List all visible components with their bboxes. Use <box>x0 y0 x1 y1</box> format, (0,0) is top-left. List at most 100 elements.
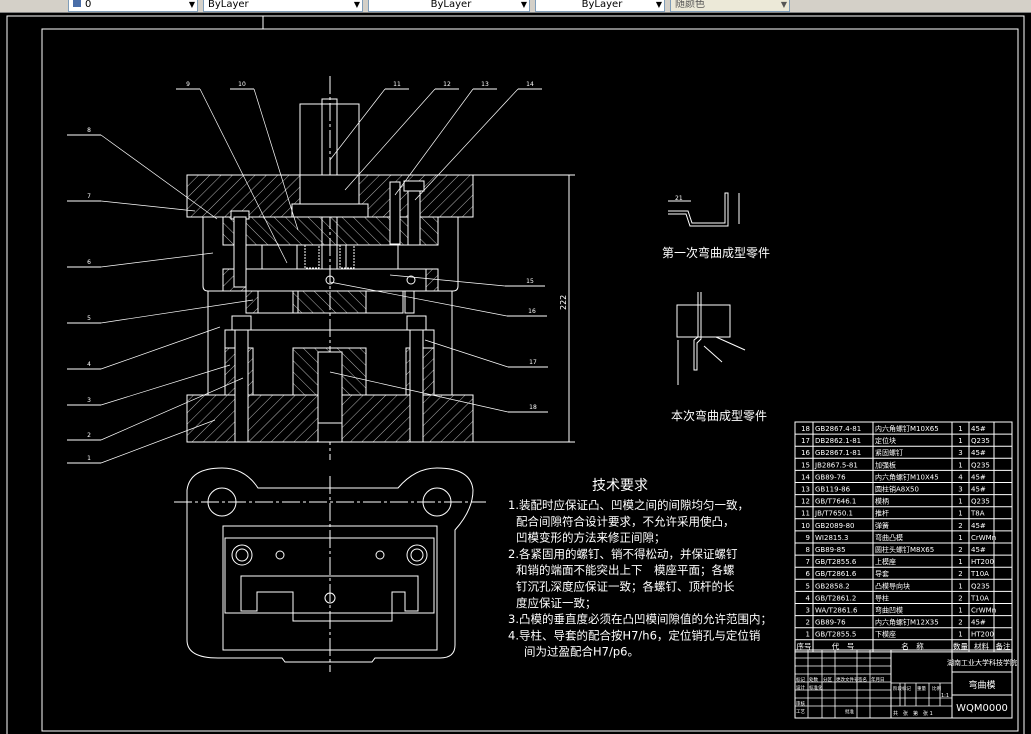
bom-cell: 8 <box>806 546 810 554</box>
bom-cell: 推杆 <box>875 509 889 518</box>
bom-cell: 11 <box>801 510 810 518</box>
bom-cell: 弯曲凹模 <box>875 606 903 615</box>
bom-cell: 2 <box>958 546 962 554</box>
bom-row: 4 GB/T2861.2 导柱 2 T10A <box>806 593 990 602</box>
layer-combo[interactable]: 0 ▼ <box>68 0 198 12</box>
chevron-down-icon: ▼ <box>353 0 360 9</box>
drawing-name: 弯曲模 <box>968 679 995 691</box>
title-block-label: 标记 <box>796 676 805 683</box>
bom-cell: T10A <box>970 594 989 602</box>
color-combo[interactable]: ByLayer ▼ <box>203 0 363 12</box>
bom-row: 12 GB/T7646.1 模柄 1 Q235 <box>801 497 990 506</box>
bom-cell: 4 <box>806 594 811 602</box>
bom-cell: 3 <box>806 607 810 615</box>
bom-cell: 2 <box>806 619 810 627</box>
plotstyle-combo[interactable]: 随颜色 ▼ <box>670 0 790 12</box>
plotstyle-value: 随颜色 <box>675 0 705 10</box>
bom-cell: 9 <box>806 534 810 542</box>
punch-guide-left <box>245 290 259 314</box>
tech-line: 和销的端面不能突出上下 模座平面；各螺 <box>516 563 735 577</box>
bom-row: 3 WA/T2861.6 弯曲凹模 1 CrWMn <box>806 606 997 615</box>
linetype-combo[interactable]: ByLayer ▼ <box>368 0 530 12</box>
part-label: 13 <box>481 81 489 88</box>
drawing-number: WQM0000 <box>956 703 1008 714</box>
bom-cell: T8A <box>970 510 985 518</box>
stripper-plate <box>245 268 427 292</box>
bom-cell: 弹簧 <box>875 521 889 530</box>
bom-cell: 加强板 <box>875 460 896 469</box>
lineweight-value: ByLayer <box>581 0 623 10</box>
tech-line: 钉沉孔深度应保证一致；各螺钉、顶杆的长 <box>516 580 735 594</box>
bom-cell: 紧固螺钉 <box>875 448 903 457</box>
bom-cell: 导套 <box>875 569 889 578</box>
bom-cell: CrWMn <box>971 534 996 542</box>
bom-cell: 1 <box>958 534 962 542</box>
lineweight-combo[interactable]: ByLayer ▼ <box>535 0 665 12</box>
punch-fixing-plate <box>222 216 439 246</box>
title-block-label: 处数 <box>809 676 818 683</box>
bom-cell: 1 <box>958 498 962 506</box>
first-bend-caption: 第一次弯曲成型零件 <box>662 245 770 260</box>
bom-cell: 2 <box>958 522 962 530</box>
chevron-down-icon: ▼ <box>520 0 527 9</box>
drawing-canvas[interactable]: 222 123456789 10 11 12 13 1415161718 21 第一次弯曲… <box>0 12 1031 734</box>
bom-cell: Q235 <box>971 582 990 590</box>
chevron-down-icon: ▼ <box>188 0 195 9</box>
bom-cell: 凸模导向块 <box>875 581 910 590</box>
bom-cell: 圆柱头螺钉M8X65 <box>875 545 934 554</box>
bom-cell: 13 <box>801 486 810 494</box>
tech-line: 凹模变形的方法来修正间隙； <box>516 531 666 545</box>
bill-of-materials: 18 GB2867.4-81 内六角螺钉M10X65 1 45#17 DB2862.1-8… <box>794 421 1013 653</box>
tech-line: 1.装配时应保证凸、凹模之间的间隙均匀一致， <box>508 498 749 512</box>
bom-cell: 下模座 <box>875 630 896 639</box>
leader-line <box>100 326 221 370</box>
title-block-label: 分区 <box>823 676 832 683</box>
bom-cell: 45# <box>971 619 986 627</box>
bom-row: 6 GB/T2861.6 导套 2 T10A <box>806 569 990 578</box>
bom-cell: 2 <box>958 594 962 602</box>
shank-bore <box>299 174 360 205</box>
bom-row: 1 GB/T2855.5 下模座 1 HT200 <box>806 630 994 639</box>
bom-cell: 1 <box>806 631 810 639</box>
part-label: 14 <box>526 81 534 88</box>
part-label: 12 <box>443 81 451 88</box>
bom-cell: 14 <box>801 473 810 481</box>
bom-cell: DB2862.1-81 <box>815 437 861 445</box>
this-bend-profile <box>693 292 702 371</box>
bom-cell: 45# <box>971 449 986 457</box>
bom-cell: GB/T7646.1 <box>815 498 856 506</box>
bom-cell: JB/T7650.1 <box>814 510 853 518</box>
tech-line: 3.凸模的垂直度必须在凸凹模间隙值的允许范围内； <box>508 612 772 626</box>
bom-header: 材料 <box>974 641 989 651</box>
bom-row: 5 GB2858.2 凸模导向块 1 Q235 <box>806 581 990 590</box>
bom-cell: CrWMn <box>971 607 996 615</box>
bom-cell: 定位块 <box>875 436 896 445</box>
first-bend-part: 21 第一次弯曲成型零件 <box>662 192 770 260</box>
bom-row: 11 JB/T7650.1 推杆 1 T8A <box>801 509 985 518</box>
bom-header: 序号 <box>797 641 812 651</box>
part-label: 7 <box>87 193 91 200</box>
tech-line: 度应保证一致； <box>516 596 597 610</box>
bom-cell: JB2867.5-81 <box>814 461 858 469</box>
this-bend-caption: 本次弯曲成型零件 <box>671 408 767 423</box>
bom-cell: GB2858.2 <box>815 582 850 590</box>
bom-cell: 12 <box>801 498 810 506</box>
bom-cell: 上模座 <box>875 557 896 566</box>
bom-cell: 10 <box>801 522 810 530</box>
punch-left <box>257 290 299 314</box>
bom-cell: 1 <box>958 558 962 566</box>
bom-cell: WA/T2861.6 <box>815 607 858 615</box>
bom-cell: GB/T2861.6 <box>815 570 857 578</box>
title-block-label: 审核 <box>796 700 805 707</box>
title-block-label: 工艺 <box>796 709 805 715</box>
punch-guide-right <box>404 290 415 314</box>
bom-cell: 45# <box>971 425 986 433</box>
part-label: 6 <box>87 259 91 266</box>
bom-cell: 2 <box>958 619 962 627</box>
bom-cell: GB2867.1-81 <box>815 449 861 457</box>
bom-row: 2 GB89-76 内六角螺钉M12X35 2 45# <box>806 618 986 627</box>
tech-line: 配合间隙符合设计要求，不允许采用使凸， <box>516 514 735 528</box>
title-block-label: 批准 <box>845 708 854 715</box>
shank-flange <box>291 203 369 218</box>
bom-header: 数量 <box>953 641 968 651</box>
